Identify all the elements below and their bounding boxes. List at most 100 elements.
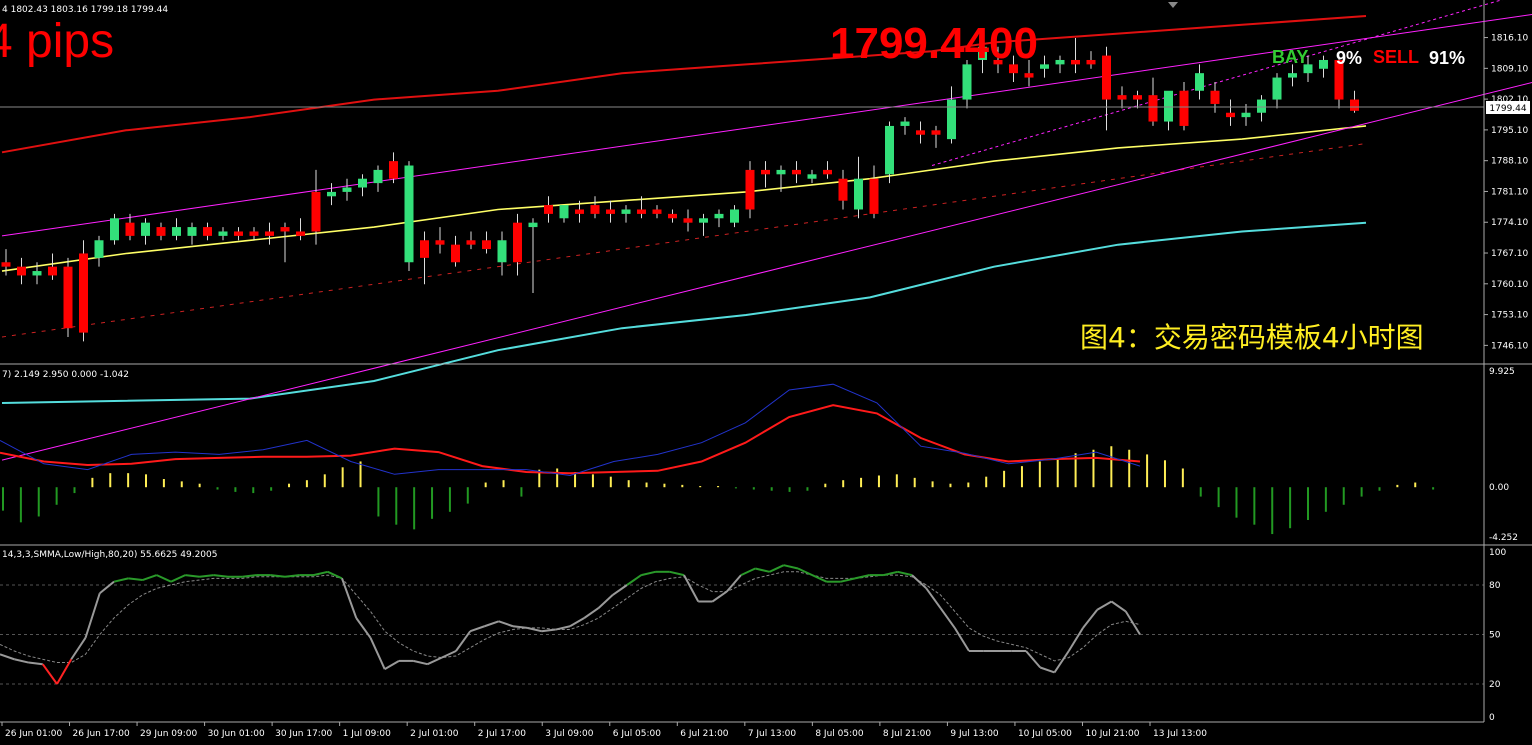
time-tick-label: 6 Jul 05:00 <box>613 729 662 739</box>
candle-body <box>807 174 817 179</box>
pips-label: 4 pips <box>0 15 114 68</box>
candle-body <box>1102 55 1111 100</box>
time-tick-label: 10 Jul 21:00 <box>1085 729 1139 739</box>
stochastic-tick-label: 20 <box>1489 680 1501 690</box>
candle-body <box>1210 90 1220 104</box>
stochastic-main-segment <box>14 658 29 664</box>
candle-body <box>125 222 135 236</box>
time-tick-label: 6 Jul 21:00 <box>680 729 729 739</box>
candle-body <box>544 205 553 214</box>
price-tick-label: 1760.10 <box>1491 280 1528 290</box>
candle-body <box>94 240 104 258</box>
stochastic-main-segment <box>725 574 742 593</box>
candle-body <box>606 209 615 214</box>
stochastic-main-segment <box>641 570 656 577</box>
stochastic-main-segment <box>597 594 614 609</box>
macd-axis[interactable]: 9.925 0.00 -4.252 <box>1489 367 1518 543</box>
candle-body <box>1024 73 1034 78</box>
stochastic-main-segment <box>1025 650 1042 669</box>
candle-body <box>110 218 119 241</box>
shift-marker-icon[interactable] <box>1168 2 1178 8</box>
candle-body <box>1241 112 1251 118</box>
stochastic-main-segment <box>28 661 43 666</box>
stochastic-main-segment <box>1039 666 1055 674</box>
stochastic-main-segment <box>170 574 186 583</box>
stochastic-main-segment <box>1110 600 1127 613</box>
time-tick-label: 3 Jul 09:00 <box>545 729 594 739</box>
candle-body <box>792 169 801 175</box>
candle-body <box>141 222 150 236</box>
stochastic-axis[interactable]: 100 80 50 20 0 <box>1489 548 1506 723</box>
candle-body <box>1040 64 1049 69</box>
candle-body <box>513 222 522 263</box>
ohlc-readout: 4 1802.43 1803.16 1799.18 1799.44 <box>2 5 168 15</box>
time-tick-label: 7 Jul 13:00 <box>748 729 797 739</box>
candle-body <box>823 169 832 175</box>
stochastic-main-segment <box>355 617 372 639</box>
stochastic-main-segment <box>1124 610 1141 636</box>
upper-band-line <box>1 15 1367 154</box>
time-tick-label: 30 Jun 17:00 <box>275 729 332 739</box>
candle-body <box>17 266 26 276</box>
candle-body <box>947 99 956 140</box>
macd-pane <box>0 383 1435 535</box>
time-axis[interactable]: 26 Jun 01:00 26 Jun 17:00 29 Jun 09:00 30 J… <box>1 722 1207 739</box>
trading-chart[interactable]: 1816.101809.101802.101795.101788.101781.… <box>0 0 1532 745</box>
stochastic-tick-label: 100 <box>1489 548 1506 558</box>
candle-body <box>761 169 770 175</box>
candle-body <box>730 209 739 223</box>
stochastic-main-segment <box>369 637 386 670</box>
time-tick-label: 2 Jul 17:00 <box>478 729 527 739</box>
time-tick-label: 26 Jun 17:00 <box>73 729 130 739</box>
candle-body <box>1071 59 1080 65</box>
candle-body <box>699 218 708 223</box>
stochastic-main-segment <box>427 656 443 666</box>
candle-body <box>621 209 631 214</box>
candle-body <box>249 231 259 236</box>
stochastic-main-segment <box>939 607 956 629</box>
candle-body <box>172 227 181 236</box>
price-tick-label: 1774.10 <box>1491 218 1528 228</box>
candle-body <box>1350 99 1359 111</box>
candle-body <box>435 240 445 245</box>
stochastic-main-segment <box>1067 627 1084 652</box>
candle-body <box>776 169 786 175</box>
candle-body <box>1226 112 1235 118</box>
candle-body <box>311 191 321 232</box>
stochastic-main-segment <box>413 659 428 666</box>
price-tick-label: 1781.10 <box>1491 187 1528 197</box>
macd-line-1 <box>0 383 1141 477</box>
stochastic-main-segment <box>313 570 328 577</box>
stochastic-main-segment <box>242 574 257 578</box>
stochastic-main-segment <box>755 567 770 573</box>
time-tick-label: 1 Jul 09:00 <box>343 729 392 739</box>
candle-body <box>1148 95 1158 122</box>
candle-body <box>187 227 197 236</box>
price-tick-label: 1788.10 <box>1491 157 1528 167</box>
macd-readout: 7) 2.149 2.950 0.000 -1.042 <box>2 370 129 380</box>
candle-body <box>497 240 507 263</box>
price-tick-label: 1809.10 <box>1491 64 1528 74</box>
stochastic-main-segment <box>541 628 556 633</box>
stochastic-readout: 14,3,3,SMMA,Low/High,80,20) 55.6625 49.2… <box>2 550 217 560</box>
candle-body <box>962 64 972 100</box>
moving-average-line <box>1 125 1367 272</box>
candle-body <box>389 161 398 179</box>
price-tick-label: 1816.10 <box>1491 34 1528 44</box>
candle-body <box>1257 99 1266 113</box>
macd-tick-label: 9.925 <box>1489 367 1515 377</box>
stochastic-main-segment <box>783 564 799 570</box>
stochastic-main-segment <box>1096 600 1113 611</box>
candle-body <box>79 253 88 333</box>
bay-label: BAY <box>1272 47 1308 67</box>
stochastic-main-segment <box>99 580 115 595</box>
price-axis[interactable]: 1816.101809.101802.101795.101788.101781.… <box>1484 34 1528 352</box>
stochastic-main-segment <box>213 574 229 578</box>
stochastic-main-segment <box>113 577 129 583</box>
candle-body <box>1195 73 1204 91</box>
time-tick-label: 8 Jul 05:00 <box>815 729 864 739</box>
candle-body <box>637 209 646 214</box>
stochastic-tick-label: 50 <box>1489 631 1501 641</box>
macd-tick-label: -4.252 <box>1489 533 1518 543</box>
stochastic-main-segment <box>341 578 358 619</box>
